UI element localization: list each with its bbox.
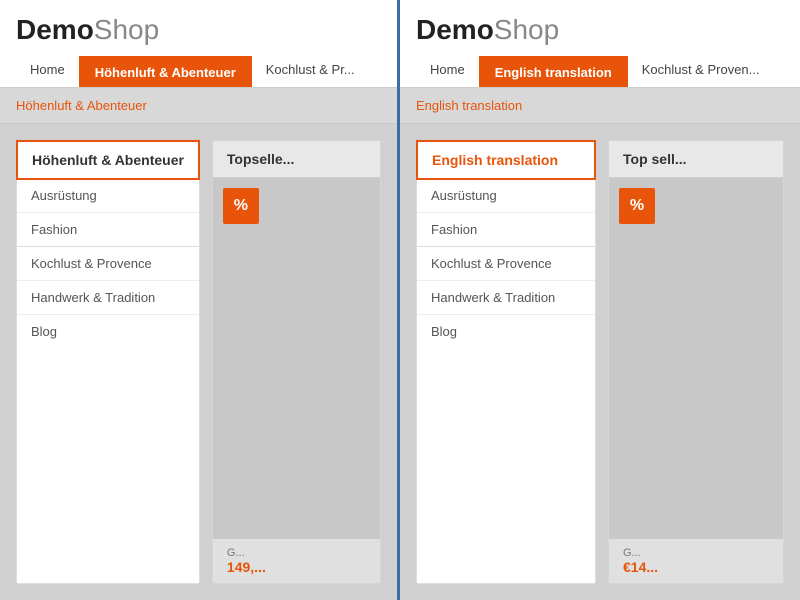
- left-breadcrumb: Höhenluft & Abenteuer: [0, 88, 397, 124]
- left-dropdown-header: Höhenluft & Abenteuer: [16, 140, 200, 180]
- right-dropdown-item-fashion[interactable]: Fashion: [417, 213, 595, 246]
- left-topseller-card: Topselle... % G... 149,...: [212, 140, 381, 584]
- right-dropdown-group1: Ausrüstung Fashion: [417, 179, 595, 247]
- right-panel: Demo Shop Home English translation Kochl…: [400, 0, 800, 600]
- left-dropdown-item-blog[interactable]: Blog: [17, 315, 199, 348]
- left-percent-badge: %: [223, 188, 259, 224]
- right-dropdown-item-kochlust[interactable]: Kochlust & Provence: [417, 247, 595, 281]
- right-dropdown-item-blog[interactable]: Blog: [417, 315, 595, 348]
- left-dropdown-card: Höhenluft & Abenteuer Ausrüstung Fashion…: [16, 140, 200, 584]
- left-topseller-link[interactable]: G...: [227, 547, 366, 559]
- right-percent-badge: %: [619, 188, 655, 224]
- right-topseller-link[interactable]: G...: [623, 547, 769, 559]
- right-dropdown-item-ausruestung[interactable]: Ausrüstung: [417, 179, 595, 213]
- left-nav-home[interactable]: Home: [16, 54, 79, 87]
- right-dropdown-item-handwerk[interactable]: Handwerk & Tradition: [417, 281, 595, 315]
- left-dropdown-item-handwerk[interactable]: Handwerk & Tradition: [17, 281, 199, 315]
- right-nav-home[interactable]: Home: [416, 54, 479, 87]
- right-header: Demo Shop Home English translation Kochl…: [400, 0, 800, 88]
- right-nav-kochlust[interactable]: Kochlust & Proven...: [628, 54, 774, 87]
- left-panel: Demo Shop Home Höhenluft & Abenteuer Koc…: [0, 0, 400, 600]
- right-logo: Demo Shop: [416, 14, 784, 46]
- left-breadcrumb-text: Höhenluft & Abenteuer: [16, 98, 147, 113]
- left-dropdown-item-ausruestung[interactable]: Ausrüstung: [17, 179, 199, 213]
- left-nav-kochlust[interactable]: Kochlust & Pr...: [252, 54, 369, 87]
- left-topseller-footer: G... 149,...: [213, 539, 380, 583]
- right-nav: Home English translation Kochlust & Prov…: [416, 54, 784, 87]
- right-breadcrumb: English translation: [400, 88, 800, 124]
- left-dropdown-group1: Ausrüstung Fashion: [17, 179, 199, 247]
- right-dropdown-header: English translation: [416, 140, 596, 180]
- right-nav-english[interactable]: English translation: [479, 56, 628, 87]
- logo-demo-left: Demo: [16, 14, 94, 46]
- right-topseller-image: %: [609, 178, 783, 539]
- right-breadcrumb-text: English translation: [416, 98, 522, 113]
- right-topseller-price: €14...: [623, 559, 769, 575]
- left-header: Demo Shop Home Höhenluft & Abenteuer Koc…: [0, 0, 397, 88]
- left-dropdown-item-fashion[interactable]: Fashion: [17, 213, 199, 246]
- right-main: English translation Ausrüstung Fashion K…: [400, 124, 800, 600]
- logo-demo-right: Demo: [416, 14, 494, 46]
- logo-shop-left: Shop: [94, 14, 159, 46]
- right-topseller-footer: G... €14...: [609, 539, 783, 583]
- left-topseller-image: %: [213, 178, 380, 539]
- left-logo: Demo Shop: [16, 14, 381, 46]
- left-main: Höhenluft & Abenteuer Ausrüstung Fashion…: [0, 124, 397, 600]
- right-topseller-card: Top sell... % G... €14...: [608, 140, 784, 584]
- left-topseller-header: Topselle...: [213, 141, 380, 178]
- right-dropdown-card: English translation Ausrüstung Fashion K…: [416, 140, 596, 584]
- left-nav: Home Höhenluft & Abenteuer Kochlust & Pr…: [16, 54, 381, 87]
- logo-shop-right: Shop: [494, 14, 559, 46]
- right-topseller-header: Top sell...: [609, 141, 783, 178]
- left-topseller-price: 149,...: [227, 559, 366, 575]
- left-nav-hoehenluft[interactable]: Höhenluft & Abenteuer: [79, 56, 252, 87]
- left-dropdown-item-kochlust[interactable]: Kochlust & Provence: [17, 247, 199, 281]
